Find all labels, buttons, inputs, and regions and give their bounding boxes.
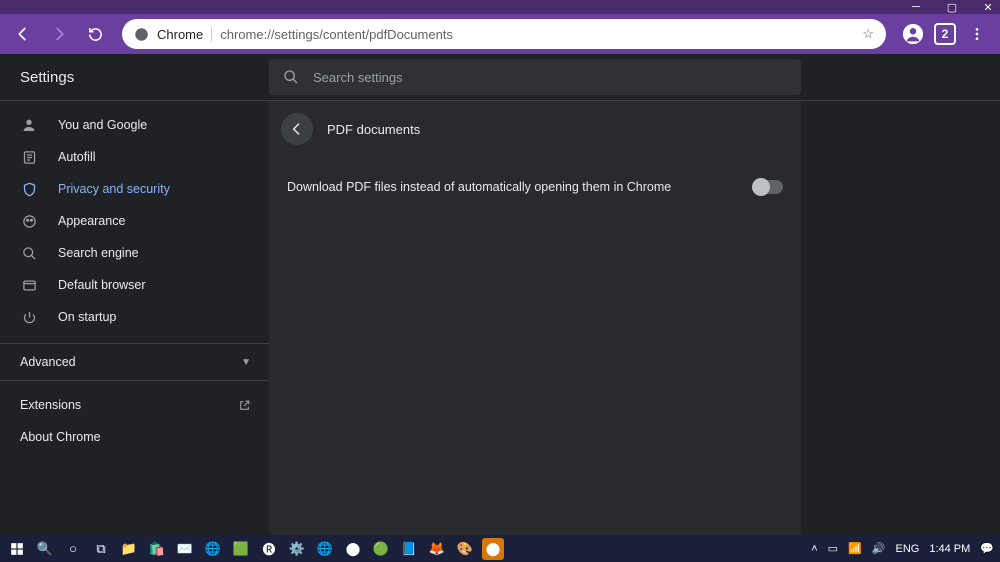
power-icon (20, 310, 38, 325)
url-text: chrome://settings/content/pdfDocuments (220, 27, 854, 42)
browser-toolbar: Chrome chrome://settings/content/pdfDocu… (0, 14, 1000, 54)
chevron-down-icon: ▼ (241, 357, 251, 368)
taskbar-explorer-icon[interactable]: 📁 (118, 538, 140, 560)
pdf-documents-panel: PDF documents Download PDF files instead… (269, 101, 801, 536)
taskbar-facebook-icon[interactable]: 📘 (398, 538, 420, 560)
taskbar-taskview-icon[interactable]: ⧉ (90, 538, 112, 560)
taskbar-chrome-icon[interactable]: ⬤ (342, 538, 364, 560)
sidebar-item-label: Appearance (58, 214, 125, 228)
download-pdf-toggle[interactable] (753, 180, 783, 194)
taskbar-mail-icon[interactable]: ✉️ (174, 538, 196, 560)
sidebar-item-autofill[interactable]: Autofill (0, 141, 269, 173)
site-info-icon[interactable] (134, 27, 149, 42)
tray-battery-icon[interactable]: ▭ (828, 542, 838, 555)
advanced-label: Advanced (20, 355, 76, 369)
external-link-icon (238, 399, 251, 412)
bookmark-star-icon[interactable]: ☆ (862, 26, 874, 42)
settings-header: Settings Search settings (0, 54, 1000, 101)
taskbar-app-icon[interactable]: ⬤ (482, 538, 504, 560)
shield-icon (20, 182, 38, 197)
taskbar-app-icon[interactable]: 🟢 (370, 538, 392, 560)
taskbar-app-icon[interactable]: 🌐 (202, 538, 224, 560)
sidebar-item-label: On startup (58, 310, 116, 324)
sidebar-item-label: Search engine (58, 246, 139, 260)
taskbar-app-icon[interactable]: 🎨 (454, 538, 476, 560)
tray-chevron-icon[interactable]: ˄ (811, 543, 817, 555)
reload-button[interactable] (80, 19, 110, 49)
tray-clock[interactable]: 1:44 PM (929, 543, 970, 555)
panel-header: PDF documents (269, 101, 801, 157)
taskbar-cortana-icon[interactable]: ○ (62, 538, 84, 560)
sidebar-item-label: Privacy and security (58, 182, 170, 196)
sidebar-extensions-link[interactable]: Extensions (0, 389, 269, 421)
sidebar-item-appearance[interactable]: Appearance (0, 205, 269, 237)
download-pdf-option-row: Download PDF files instead of automatica… (269, 163, 801, 211)
close-button[interactable]: ✕ (982, 1, 994, 13)
taskbar-app-icon[interactable]: 🟩 (230, 538, 252, 560)
tray-language[interactable]: ENG (895, 543, 919, 555)
search-placeholder: Search settings (313, 70, 403, 85)
taskbar-search-icon[interactable]: 🔍 (34, 538, 56, 560)
search-settings-input[interactable]: Search settings (269, 59, 801, 95)
minimize-button[interactable]: ─ (910, 1, 922, 13)
tray-notifications-icon[interactable]: 💬 (980, 542, 994, 555)
sidebar-item-search-engine[interactable]: Search engine (0, 237, 269, 269)
window-titlebar: ─ ▢ ✕ (0, 0, 1000, 14)
sidebar-item-label: Autofill (58, 150, 96, 164)
appearance-icon (20, 214, 38, 229)
panel-back-button[interactable] (281, 113, 313, 145)
autofill-icon (20, 150, 38, 165)
settings-title: Settings (20, 69, 269, 86)
settings-main: You and Google Autofill Privacy and secu… (0, 101, 1000, 536)
back-button[interactable] (8, 19, 38, 49)
start-button[interactable] (6, 538, 28, 560)
tray-volume-icon[interactable]: 🔊 (872, 542, 886, 555)
url-scheme-label: Chrome (157, 27, 212, 42)
about-label: About Chrome (20, 430, 101, 444)
tray-wifi-icon[interactable]: 📶 (848, 542, 862, 555)
taskbar-tray: ˄ ▭ 📶 🔊 ENG 1:44 PM 💬 (811, 542, 994, 555)
address-bar[interactable]: Chrome chrome://settings/content/pdfDocu… (122, 19, 886, 49)
sidebar-about-link[interactable]: About Chrome (0, 421, 269, 453)
panel-title: PDF documents (327, 122, 420, 137)
search-icon (283, 69, 299, 85)
taskbar-edge-icon[interactable]: 🌐 (314, 538, 336, 560)
sidebar-item-on-startup[interactable]: On startup (0, 301, 269, 333)
sidebar-advanced-toggle[interactable]: Advanced ▼ (0, 343, 269, 381)
sidebar-item-label: You and Google (58, 118, 147, 132)
extensions-label: Extensions (20, 398, 81, 412)
settings-sidebar: You and Google Autofill Privacy and secu… (0, 101, 269, 536)
settings-content: PDF documents Download PDF files instead… (269, 101, 1000, 536)
maximize-button[interactable]: ▢ (946, 1, 958, 13)
taskbar-firefox-icon[interactable]: 🦊 (426, 538, 448, 560)
forward-button[interactable] (44, 19, 74, 49)
sidebar-item-default-browser[interactable]: Default browser (0, 269, 269, 301)
person-icon (20, 117, 38, 133)
taskbar-app-icon[interactable]: 🅡 (258, 538, 280, 560)
tab-count-button[interactable]: 2 (934, 23, 956, 45)
option-label: Download PDF files instead of automatica… (287, 180, 671, 194)
taskbar-settings-icon[interactable]: ⚙️ (286, 538, 308, 560)
windows-taskbar: 🔍 ○ ⧉ 📁 🛍️ ✉️ 🌐 🟩 🅡 ⚙️ 🌐 ⬤ 🟢 📘 🦊 🎨 ⬤ ˄ ▭… (0, 535, 1000, 562)
taskbar-store-icon[interactable]: 🛍️ (146, 538, 168, 560)
profile-button[interactable] (898, 19, 928, 49)
search-icon (20, 246, 38, 261)
menu-button[interactable] (962, 19, 992, 49)
sidebar-item-you-and-google[interactable]: You and Google (0, 109, 269, 141)
browser-icon (20, 278, 38, 293)
sidebar-item-privacy[interactable]: Privacy and security (0, 173, 269, 205)
sidebar-item-label: Default browser (58, 278, 146, 292)
